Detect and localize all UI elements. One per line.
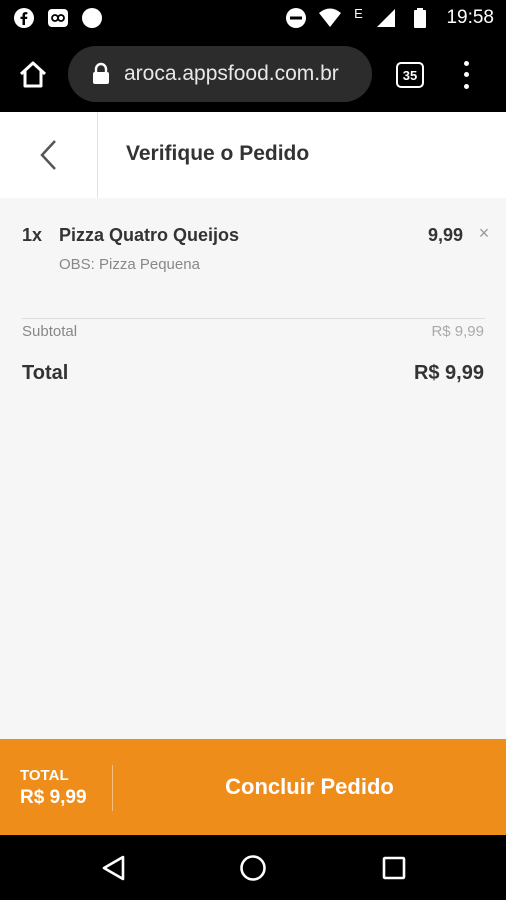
order-item: 1x Pizza Quatro Queijos OBS: Pizza Peque… bbox=[0, 198, 506, 298]
bar-total-label: TOTAL bbox=[20, 767, 69, 784]
app-header: Verifique o Pedido bbox=[0, 112, 506, 198]
back-icon bbox=[102, 855, 125, 881]
nav-back-button[interactable] bbox=[98, 853, 128, 883]
address-bar[interactable]: aroca.appsfood.com.br bbox=[68, 46, 372, 102]
menu-dot bbox=[463, 83, 469, 89]
order-content: 1x Pizza Quatro Queijos OBS: Pizza Peque… bbox=[0, 198, 506, 739]
item-price: 9,99 bbox=[427, 225, 463, 245]
signal-icon bbox=[374, 6, 398, 30]
divider bbox=[22, 318, 485, 319]
total-label: Total bbox=[22, 362, 69, 384]
network-type-label: E bbox=[354, 6, 363, 21]
status-time: 19:58 bbox=[446, 7, 494, 28]
browser-home-button[interactable] bbox=[16, 58, 50, 92]
bar-total-value: R$ 9,99 bbox=[20, 787, 87, 808]
status-icons-right: E 19:58 bbox=[284, 6, 494, 30]
status-icons-left bbox=[12, 6, 104, 30]
circle-icon bbox=[80, 6, 104, 30]
status-bar: E 19:58 bbox=[0, 0, 506, 36]
conclude-order-button[interactable]: Concluir Pedido bbox=[113, 739, 506, 835]
home-icon bbox=[240, 855, 266, 881]
item-name: Pizza Quatro Queijos bbox=[59, 225, 240, 245]
remove-item-button[interactable]: × bbox=[476, 224, 492, 242]
subtotal-label: Subtotal bbox=[22, 323, 78, 340]
home-outline-icon bbox=[19, 61, 47, 88]
notification-icon bbox=[46, 6, 70, 30]
checkout-bar: TOTAL R$ 9,99 Concluir Pedido bbox=[0, 739, 506, 835]
battery-icon bbox=[408, 6, 432, 30]
item-quantity: 1x bbox=[22, 225, 43, 245]
nav-recents-button[interactable] bbox=[379, 853, 409, 883]
total-value: R$ 9,99 bbox=[413, 362, 484, 384]
browser-menu-button[interactable] bbox=[456, 58, 476, 92]
lock-icon bbox=[90, 62, 112, 86]
facebook-icon bbox=[12, 6, 36, 30]
chevron-left-icon bbox=[39, 140, 56, 170]
back-button[interactable] bbox=[0, 112, 98, 198]
recents-icon bbox=[382, 856, 406, 880]
browser-toolbar: aroca.appsfood.com.br 35 bbox=[0, 36, 506, 112]
menu-dot bbox=[463, 72, 469, 78]
url-text: aroca.appsfood.com.br bbox=[124, 62, 339, 85]
wifi-icon bbox=[318, 6, 342, 30]
page-title: Verifique o Pedido bbox=[126, 142, 310, 165]
menu-dot bbox=[463, 61, 469, 67]
tab-switcher-button[interactable]: 35 bbox=[396, 62, 424, 88]
item-notes: OBS: Pizza Pequena bbox=[59, 256, 200, 273]
do-not-disturb-icon bbox=[284, 6, 308, 30]
system-nav-bar bbox=[0, 835, 506, 900]
nav-home-button[interactable] bbox=[238, 853, 268, 883]
subtotal-value: R$ 9,99 bbox=[431, 323, 484, 340]
